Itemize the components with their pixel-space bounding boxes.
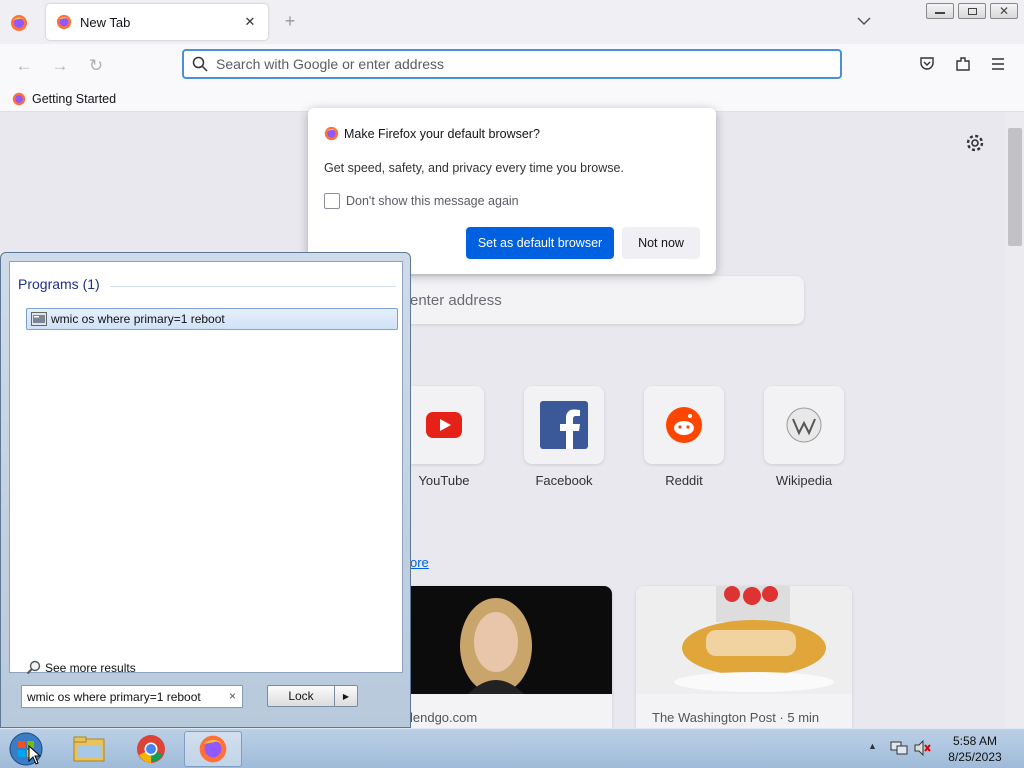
taskbar-chrome[interactable] — [124, 731, 178, 767]
extensions-icon[interactable] — [954, 55, 974, 75]
navigation-toolbar: ← → ↻ Search with Google or enter addres… — [0, 44, 1024, 86]
top-site-label: Reddit — [665, 473, 703, 488]
search-result-item[interactable]: wmic os where primary=1 reboot — [26, 308, 398, 330]
restore-button[interactable] — [958, 3, 986, 19]
address-bar[interactable]: Search with Google or enter address — [182, 49, 842, 79]
back-arrow-icon[interactable]: ← — [10, 52, 38, 80]
story-source: The Washington Post · 5 min — [652, 710, 820, 725]
default-browser-dialog: Make Firefox your default browser? Get s… — [308, 108, 716, 274]
tab-new-tab[interactable]: New Tab ✕ — [46, 4, 268, 40]
checkbox-label: Don't show this message again — [346, 194, 519, 208]
top-site-youtube[interactable]: YouTube — [404, 386, 484, 488]
firefox-view-icon[interactable] — [6, 10, 32, 36]
set-default-browser-button[interactable]: Set as default browser — [466, 227, 614, 259]
learn-more-link[interactable]: ore — [410, 555, 429, 570]
clock-date: 8/25/2023 — [948, 750, 1002, 764]
story-source: lendgo.com — [410, 710, 478, 725]
folder-icon — [73, 736, 105, 762]
system-clock[interactable]: 5:58 AM 8/25/2023 — [940, 733, 1010, 765]
search-icon — [192, 56, 208, 72]
top-site-label: Facebook — [535, 473, 593, 488]
newtab-search-box[interactable]: enter address — [380, 276, 804, 324]
dialog-title-row: Make Firefox your default browser? — [324, 126, 540, 141]
story-card-lendgo[interactable]: lendgo.com — [396, 586, 612, 728]
start-search-results-panel: Programs (1) wmic os where primary=1 reb… — [9, 261, 403, 675]
wikipedia-icon — [786, 407, 822, 443]
newtab-search-placeholder: enter address — [410, 291, 502, 309]
clear-search-icon[interactable]: × — [229, 689, 236, 703]
tab-bar: New Tab ✕ + ✕ — [0, 0, 1024, 44]
see-more-label: See more results — [45, 660, 136, 675]
start-button[interactable] — [0, 731, 52, 767]
console-program-icon — [31, 312, 47, 326]
taskbar-explorer[interactable] — [62, 731, 116, 767]
scrollbar-thumb[interactable] — [1008, 128, 1022, 246]
bookmark-label: Getting Started — [32, 91, 117, 106]
firefox-logo-icon — [324, 126, 339, 141]
pocket-icon[interactable] — [918, 55, 938, 75]
network-icon[interactable] — [890, 740, 908, 759]
programs-section-header: Programs (1) — [18, 276, 100, 292]
close-window-button[interactable]: ✕ — [990, 3, 1018, 19]
dialog-title: Make Firefox your default browser? — [344, 126, 540, 141]
youtube-icon — [426, 412, 462, 438]
not-now-button[interactable]: Not now — [622, 227, 700, 259]
power-options-arrow-icon[interactable]: ▶ — [334, 685, 358, 707]
top-site-wikipedia[interactable]: Wikipedia — [764, 386, 844, 488]
top-site-label: Wikipedia — [775, 473, 833, 488]
gear-icon[interactable] — [966, 134, 986, 154]
lock-button[interactable]: Lock — [267, 685, 335, 707]
show-hidden-icons-icon[interactable]: ▲ — [868, 741, 877, 751]
story-image — [396, 586, 612, 694]
story-image — [636, 586, 852, 694]
start-search-value: wmic os where primary=1 reboot — [27, 689, 201, 704]
search-result-label: wmic os where primary=1 reboot — [51, 312, 225, 326]
magnifier-icon — [26, 660, 41, 675]
story-card-washington-post[interactable]: The Washington Post · 5 min — [636, 586, 852, 728]
top-site-reddit[interactable]: Reddit — [644, 386, 724, 488]
see-more-results-link[interactable]: See more results — [26, 660, 136, 675]
tab-close-icon[interactable]: ✕ — [242, 14, 258, 30]
new-tab-button[interactable]: + — [280, 12, 300, 32]
tab-title: New Tab — [80, 14, 131, 30]
firefox-logo-icon — [56, 14, 72, 30]
reload-icon[interactable]: ↻ — [82, 52, 110, 80]
chrome-icon — [137, 735, 165, 763]
dont-show-again-checkbox[interactable]: Don't show this message again — [324, 193, 519, 209]
dialog-body: Get speed, safety, and privacy every tim… — [324, 161, 624, 175]
minimize-button[interactable] — [926, 3, 954, 19]
mouse-cursor-icon — [28, 744, 42, 768]
bookmark-getting-started[interactable]: Getting Started — [12, 92, 116, 106]
taskbar-firefox[interactable] — [184, 731, 242, 767]
top-site-label: YouTube — [418, 473, 470, 488]
hamburger-menu-icon[interactable] — [990, 56, 1010, 76]
section-divider — [110, 286, 396, 287]
checkbox-box[interactable] — [324, 193, 340, 209]
chevron-down-icon[interactable] — [855, 12, 873, 30]
firefox-logo-icon — [199, 735, 227, 763]
start-search-input[interactable]: wmic os where primary=1 reboot × — [21, 685, 243, 708]
reddit-icon — [666, 407, 702, 443]
taskbar: ▲ 5:58 AM 8/25/2023 — [0, 728, 1024, 768]
top-site-facebook[interactable]: Facebook — [524, 386, 604, 488]
volume-muted-icon[interactable] — [914, 739, 932, 759]
firefox-logo-icon — [12, 92, 26, 105]
facebook-icon — [540, 401, 588, 449]
address-bar-placeholder: Search with Google or enter address — [216, 56, 445, 72]
start-menu: Programs (1) wmic os where primary=1 reb… — [0, 252, 411, 728]
forward-arrow-icon[interactable]: → — [46, 52, 74, 80]
clock-time: 5:58 AM — [952, 734, 998, 748]
